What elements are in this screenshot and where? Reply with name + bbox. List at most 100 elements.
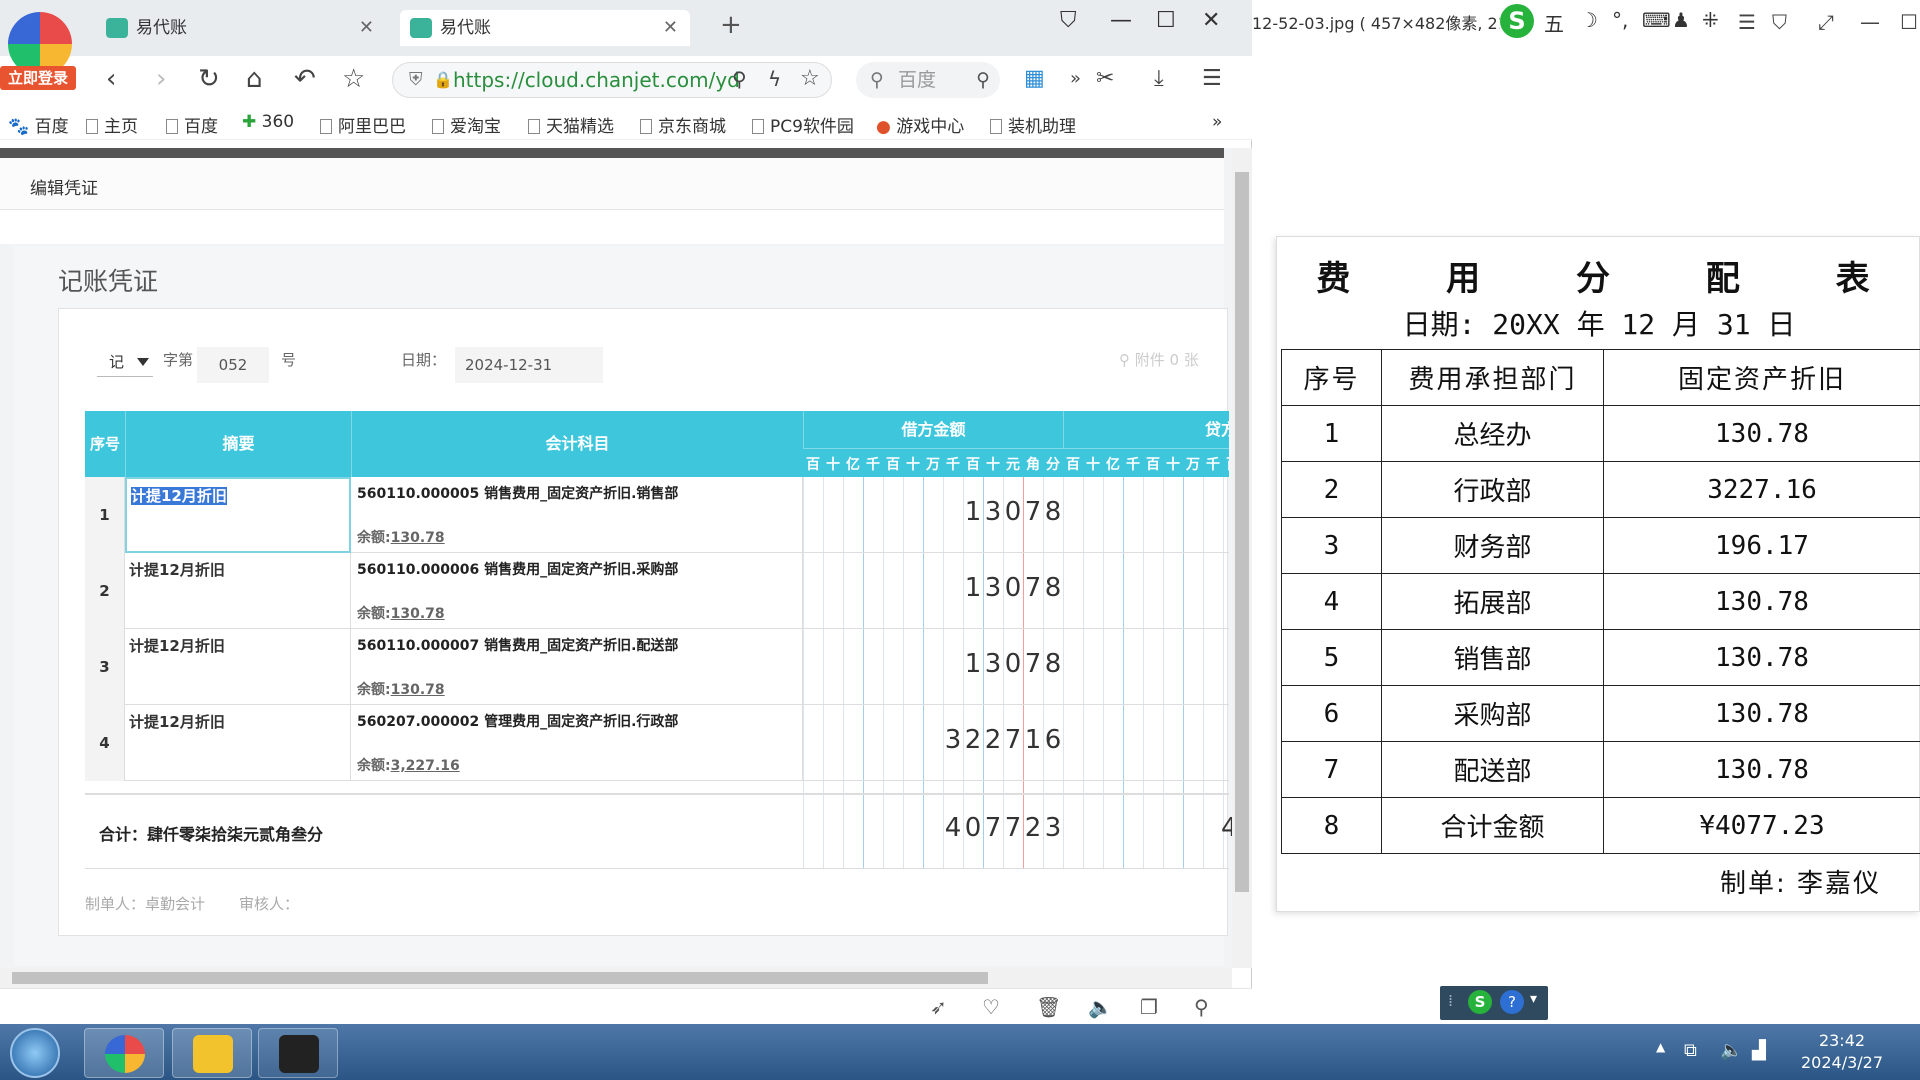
reload-icon[interactable]: ↻ bbox=[198, 64, 220, 94]
viewer-skin-icon[interactable]: ⛉ bbox=[1772, 10, 1787, 34]
chevron-down-icon[interactable]: ▾ bbox=[1530, 991, 1537, 1007]
horizontal-scrollbar[interactable] bbox=[0, 968, 1232, 988]
grid-icon[interactable]: ⁜ bbox=[1702, 8, 1719, 32]
address-bar[interactable]: ⛨ 🔒 https://cloud.chanjet.com/yd bbox=[392, 62, 832, 98]
bookmark-item[interactable]: ✚ 360 bbox=[242, 112, 294, 132]
close-window-icon[interactable]: ✕ bbox=[1202, 8, 1220, 33]
expense-allocation-document: 费 用 分 配 表 日期: 20XX 年 12 月 31 日 序号 费用承担部门… bbox=[1276, 236, 1920, 912]
date-input[interactable]: 2024-12-31 bbox=[455, 347, 603, 383]
summary-cell[interactable]: 计提12月折旧 bbox=[125, 705, 351, 781]
tray-expand-icon[interactable]: ▲ bbox=[1656, 1040, 1665, 1054]
trash-icon[interactable]: 🗑 bbox=[1036, 995, 1061, 1019]
voucher-panel: 记账凭证 记 字第 052 号 日期： 2024-12-31 ⚲ 附件 0 张 … bbox=[14, 246, 1232, 966]
punctuation-icon[interactable]: °, bbox=[1612, 8, 1628, 32]
bookmark-item[interactable]: 主页 bbox=[86, 112, 138, 137]
sound-icon[interactable]: 🔈 bbox=[1088, 995, 1113, 1019]
account-cell[interactable]: 560110.000006 销售费用_固定资产折旧.采购部 余额:130.78 bbox=[351, 553, 803, 629]
apps-grid-icon[interactable]: ▦ bbox=[1024, 64, 1045, 94]
forward-icon[interactable]: › bbox=[156, 64, 166, 94]
moon-icon[interactable]: ☽ bbox=[1580, 8, 1598, 32]
digit-unit-label: 千 bbox=[1206, 457, 1220, 473]
viewer-maximize-icon[interactable]: ☐ bbox=[1900, 10, 1918, 34]
search-submit-icon[interactable]: ⚲ bbox=[976, 62, 990, 98]
taskbar-recorder[interactable] bbox=[258, 1028, 338, 1078]
vertical-scrollbar[interactable] bbox=[1232, 148, 1252, 968]
summary-cell[interactable]: 计提12月折旧 bbox=[125, 553, 351, 629]
favorite-star-icon[interactable]: ☆ bbox=[342, 64, 365, 94]
help-icon[interactable]: ? bbox=[1500, 990, 1524, 1014]
rocket-icon[interactable]: ➶ bbox=[930, 995, 947, 1019]
account-cell[interactable]: 560207.000002 管理费用_固定资产折旧.行政部 余额:3,227.1… bbox=[351, 705, 803, 781]
tab-label: 易代账 bbox=[440, 18, 491, 38]
attachments-link[interactable]: ⚲ 附件 0 张 bbox=[1119, 349, 1199, 370]
back-icon[interactable]: ‹ bbox=[106, 64, 116, 94]
skin-icon[interactable]: ⛉ bbox=[1060, 8, 1077, 33]
window-icon[interactable]: ❐ bbox=[1140, 995, 1158, 1019]
fullscreen-icon[interactable]: ⤢ bbox=[1818, 10, 1834, 34]
account-cell[interactable]: 560110.000005 销售费用_固定资产折旧.销售部 余额:130.78 bbox=[351, 477, 803, 553]
more-tools-icon[interactable]: » bbox=[1070, 64, 1081, 94]
bookmark-item[interactable]: 百度 bbox=[166, 112, 218, 137]
lightning-icon[interactable]: ϟ bbox=[768, 64, 781, 94]
bookmark-item[interactable]: 🐾 百度 bbox=[8, 112, 69, 137]
voucher-number-input[interactable]: 052 bbox=[197, 347, 269, 383]
home-icon[interactable]: ⌂ bbox=[246, 64, 263, 94]
bookmark-item[interactable]: 爱淘宝 bbox=[432, 112, 501, 137]
viewer-menu-icon[interactable]: ☰ bbox=[1738, 10, 1756, 34]
tray-network-icon[interactable]: ⧉ bbox=[1684, 1040, 1697, 1061]
taskbar-image-viewer[interactable] bbox=[172, 1028, 252, 1078]
download-icon[interactable]: ⤓ bbox=[1154, 64, 1164, 94]
bookmark-item[interactable]: PC9软件园 bbox=[752, 112, 854, 137]
drag-handle-icon[interactable]: ⁞ bbox=[1448, 991, 1453, 1010]
zoom-search-icon[interactable]: ⚲ bbox=[1194, 995, 1209, 1019]
minimize-icon[interactable]: — bbox=[1110, 8, 1132, 33]
bookmarks-overflow-icon[interactable]: » bbox=[1212, 112, 1222, 132]
voucher-word-select[interactable]: 记 bbox=[97, 347, 153, 377]
bookmark-star-icon[interactable]: ☆ bbox=[800, 64, 820, 94]
login-button[interactable]: 立即登录 bbox=[0, 66, 76, 90]
amount-digit: 6 bbox=[1044, 725, 1062, 755]
debit-amount-cell[interactable]: 13078 bbox=[963, 573, 1063, 603]
tab-inactive[interactable]: 易代账 ✕ bbox=[96, 10, 386, 46]
taskbar-browser[interactable] bbox=[84, 1028, 164, 1078]
document-date: 日期: 20XX 年 12 月 31 日 bbox=[1402, 308, 1796, 341]
ime-mode[interactable]: 五 bbox=[1544, 8, 1564, 37]
sogou-s-icon[interactable]: S bbox=[1468, 990, 1492, 1014]
tray-volume-icon[interactable]: 🔈 bbox=[1720, 1040, 1742, 1061]
health-icon[interactable]: ♡ bbox=[982, 995, 1000, 1019]
maximize-icon[interactable]: ☐ bbox=[1156, 8, 1176, 33]
amount-digit: 0 bbox=[1004, 573, 1022, 603]
spacer bbox=[0, 210, 1224, 244]
menu-icon[interactable]: ☰ bbox=[1202, 64, 1222, 94]
bookmark-item[interactable]: 京东商城 bbox=[640, 112, 726, 137]
ime-floating-bar[interactable]: ⁞ S ? ▾ bbox=[1440, 986, 1548, 1020]
keyboard-icon[interactable]: ⌨ bbox=[1642, 8, 1671, 32]
tab-active[interactable]: 易代账 ✕ bbox=[400, 10, 690, 46]
sogou-s-icon[interactable]: S bbox=[1500, 4, 1534, 38]
start-button-icon[interactable] bbox=[10, 1028, 60, 1078]
header-summary: 摘要 bbox=[125, 411, 351, 477]
zoom-icon[interactable]: ⚲ bbox=[732, 64, 747, 94]
debit-amount-cell[interactable]: 322716 bbox=[943, 725, 1063, 755]
bookmark-item[interactable]: 天猫精选 bbox=[528, 112, 614, 137]
scroll-thumb[interactable] bbox=[12, 972, 988, 984]
user-icon[interactable]: ♟ bbox=[1672, 8, 1690, 32]
close-tab-icon[interactable]: ✕ bbox=[359, 10, 374, 46]
bookmark-item[interactable]: 装机助理 bbox=[990, 112, 1076, 137]
search-input[interactable]: ⚲ 百度 ⚲ bbox=[856, 62, 1000, 98]
tray-signal-icon[interactable]: ▟ bbox=[1752, 1040, 1766, 1061]
summary-cell[interactable]: 计提12月折旧 bbox=[125, 477, 351, 553]
undo-close-icon[interactable]: ↶ bbox=[294, 64, 316, 94]
summary-cell[interactable]: 计提12月折旧 bbox=[125, 629, 351, 705]
new-tab-icon[interactable]: + bbox=[720, 10, 742, 40]
debit-amount-cell[interactable]: 13078 bbox=[963, 649, 1063, 679]
screenshot-scissors-icon[interactable]: ✂ bbox=[1096, 64, 1114, 94]
viewer-minimize-icon[interactable]: — bbox=[1860, 10, 1880, 34]
scroll-thumb[interactable] bbox=[1235, 172, 1249, 892]
bookmark-item[interactable]: 阿里巴巴 bbox=[320, 112, 406, 137]
account-cell[interactable]: 560110.000007 销售费用_固定资产折旧.配送部 余额:130.78 bbox=[351, 629, 803, 705]
clock[interactable]: 23:42 2024/3/27 bbox=[1782, 1030, 1902, 1074]
close-tab-icon[interactable]: ✕ bbox=[663, 10, 678, 46]
debit-amount-cell[interactable]: 13078 bbox=[963, 497, 1063, 527]
bookmark-item[interactable]: ● 游戏中心 bbox=[876, 112, 964, 137]
